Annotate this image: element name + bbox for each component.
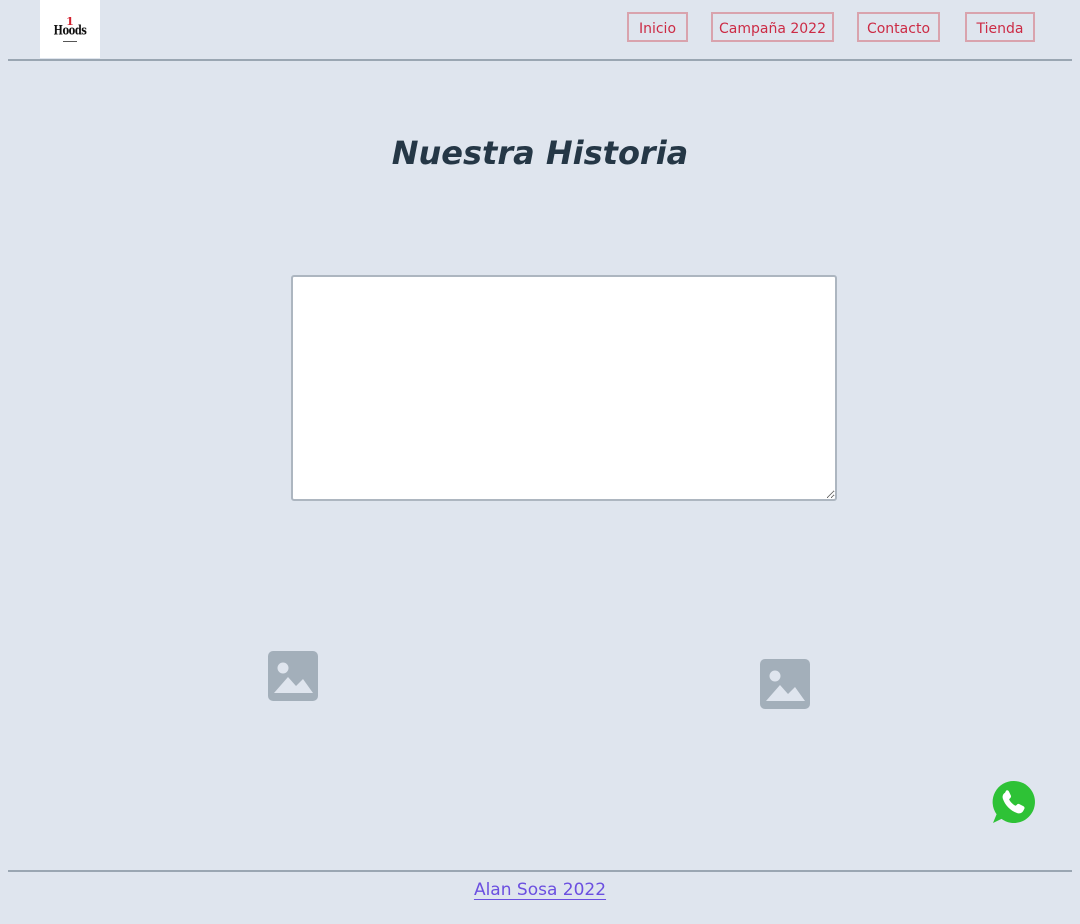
nav-campana-button[interactable]: Campaña 2022 <box>711 12 834 42</box>
logo-wordmark: Hoods <box>53 23 87 38</box>
story-textarea[interactable] <box>291 275 837 501</box>
broken-image-icon <box>268 651 318 701</box>
nav-contacto-button[interactable]: Contacto <box>857 12 940 42</box>
footer-divider <box>8 870 1072 872</box>
broken-image-icon <box>760 659 810 709</box>
brand-logo[interactable]: 1 Hoods <box>40 0 100 58</box>
footer-author-link[interactable]: Alan Sosa 2022 <box>474 880 606 900</box>
whatsapp-icon[interactable] <box>991 779 1037 825</box>
footer: Alan Sosa 2022 <box>0 880 1080 900</box>
page-title: Nuestra Historia <box>391 134 689 172</box>
logo-underline <box>63 40 77 42</box>
nav-tienda-button[interactable]: Tienda <box>965 12 1035 42</box>
nav-inicio-button[interactable]: Inicio <box>627 12 688 42</box>
